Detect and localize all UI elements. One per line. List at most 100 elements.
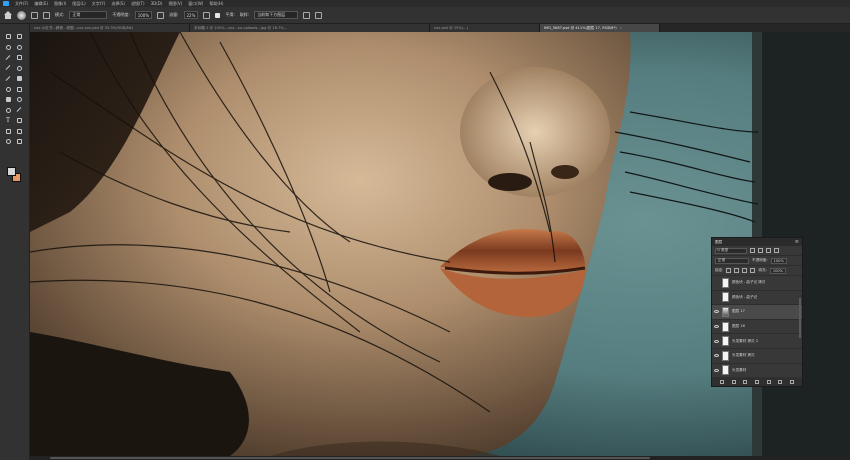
photoshop-logo-icon (3, 1, 9, 6)
layer-style-icon[interactable] (731, 379, 736, 384)
visibility-eye-icon[interactable] (714, 281, 719, 284)
layer-row[interactable]: 图层 16 (712, 320, 802, 335)
sample-select[interactable]: 当前和下方图层 (254, 11, 299, 19)
pressure-opacity-icon[interactable] (157, 11, 165, 19)
menu-layer[interactable]: 图层(L) (72, 1, 85, 7)
eyedropper-tool-icon[interactable] (4, 65, 12, 72)
layer-name: 颜色块 - 曲子记 (732, 294, 758, 299)
tab-close-icon[interactable]: × (620, 26, 623, 30)
text-tool-icon[interactable]: T (4, 117, 12, 124)
filter-adjustment-icon[interactable] (758, 248, 763, 253)
path-select-tool-icon[interactable] (15, 117, 23, 124)
layer-name: 头发素材 拷贝 2 (732, 338, 759, 343)
layer-filter-select[interactable]: Q 类型 (715, 247, 747, 254)
layer-name: 图层 17 (732, 309, 745, 314)
tab-document-3[interactable]: xxx.psd @ 25%(...) (430, 24, 540, 32)
menu-type[interactable]: 文字(Y) (92, 1, 106, 7)
dodge-tool-icon[interactable] (4, 107, 12, 114)
layer-opacity-field[interactable]: 100% (770, 257, 787, 264)
menu-window[interactable]: 窗口(W) (188, 1, 203, 7)
tab-document-active[interactable]: IMG_5687.psd @ 411%(图层 17, RGB/8*) × (540, 24, 660, 32)
horizontal-scrollbar[interactable] (30, 456, 850, 460)
menu-select[interactable]: 选择(S) (111, 1, 125, 7)
filter-pixel-icon[interactable] (750, 248, 755, 253)
layer-name: 头发素材 拷贝 (732, 353, 755, 358)
layer-row[interactable]: 头发素材 拷贝 (712, 349, 802, 364)
layer-row[interactable]: 头发素材 拷贝 2 (712, 334, 802, 349)
adjustment-layer-icon[interactable] (754, 379, 759, 384)
lock-row: 锁定: 填充: 100% (712, 266, 802, 276)
history-brush-tool-icon[interactable] (4, 86, 12, 93)
menu-filter[interactable]: 滤镜(T) (131, 1, 145, 7)
visibility-eye-icon[interactable] (714, 325, 719, 329)
zoom-tool-icon[interactable] (4, 138, 12, 145)
blend-mode-select[interactable]: 正常 (715, 257, 749, 264)
mode-select[interactable]: 正常 (69, 11, 108, 19)
menu-file[interactable]: 文件(F) (15, 1, 28, 7)
move-tool-icon[interactable] (4, 33, 12, 40)
more-tool-icon[interactable] (15, 138, 23, 145)
marquee-tool-icon[interactable] (15, 33, 23, 40)
frame-tool-icon[interactable] (15, 54, 23, 61)
layer-name: 颜色块 - 曲子记 拷贝 (732, 280, 766, 285)
flow-field[interactable]: 22% (183, 11, 199, 19)
rectangle-tool-icon[interactable] (4, 128, 12, 135)
layer-row[interactable]: 头发素材 (712, 364, 802, 379)
aligned-checkbox[interactable] (215, 12, 221, 18)
lock-all-icon[interactable] (750, 268, 756, 273)
filter-type-icon[interactable] (766, 248, 771, 253)
menu-view[interactable]: 视图(V) (168, 1, 182, 7)
visibility-eye-icon[interactable] (714, 296, 719, 299)
gradient-tool-icon[interactable] (4, 96, 12, 103)
visibility-eye-icon[interactable] (714, 339, 719, 343)
panel-menu-icon[interactable]: ≡ (795, 239, 799, 245)
visibility-eye-icon[interactable] (714, 368, 719, 372)
scrollbar-thumb[interactable] (50, 457, 650, 459)
hand-tool-icon[interactable] (15, 128, 23, 135)
crop-tool-icon[interactable] (4, 54, 12, 61)
menu-3d[interactable]: 3D(D) (151, 1, 163, 6)
lasso-tool-icon[interactable] (4, 44, 12, 51)
brush-panel-icon[interactable] (43, 11, 50, 19)
menu-help[interactable]: 帮助(H) (209, 1, 223, 7)
layer-row[interactable]: 颜色块 - 曲子记 (712, 291, 802, 306)
home-icon[interactable] (4, 11, 12, 19)
eraser-tool-icon[interactable] (15, 86, 23, 93)
layers-panel-title[interactable]: 图层 (715, 240, 722, 245)
filter-shape-icon[interactable] (774, 248, 779, 253)
lock-position-icon[interactable] (742, 268, 748, 273)
tab-document-2[interactable]: 未标题-1 @ 100%...xxx...xx-uploads...jpg @ … (190, 24, 430, 32)
ignore-adjustment-icon[interactable] (303, 11, 311, 19)
link-layers-icon[interactable] (719, 379, 724, 384)
visibility-eye-icon[interactable] (714, 354, 719, 358)
spot-heal-tool-icon[interactable] (15, 65, 23, 72)
lock-pixels-icon[interactable] (734, 268, 740, 273)
clone-stamp-tool-icon[interactable] (15, 75, 23, 82)
options-bar: 模式: 正常 不透明度: 100% 流量: 22% 平滑: 取样: 当前和下方图… (0, 7, 850, 24)
blur-tool-icon[interactable] (15, 96, 23, 103)
layers-scrollbar[interactable] (799, 298, 801, 338)
lock-transparent-icon[interactable] (726, 268, 732, 273)
delete-layer-icon[interactable] (790, 379, 795, 384)
new-group-icon[interactable] (766, 379, 771, 384)
brush-settings-icon[interactable] (31, 11, 38, 19)
new-layer-icon[interactable] (778, 379, 783, 384)
airbrush-icon[interactable] (203, 11, 211, 19)
layer-row[interactable]: 图层 17 (712, 305, 802, 320)
opacity-field[interactable]: 100% (134, 11, 153, 19)
fill-field[interactable]: 100% (769, 267, 787, 274)
mode-label: 模式: (55, 12, 65, 17)
pen-tool-icon[interactable] (15, 107, 23, 114)
menu-image[interactable]: 图像(I) (54, 1, 66, 7)
foreground-color-swatch[interactable] (7, 167, 16, 176)
add-mask-icon[interactable] (743, 379, 748, 384)
tab-document-1[interactable]: xxx-小红书...精修...修图...xxx-xxx.psd @ 33.3%(… (30, 24, 190, 32)
pressure-size-icon[interactable] (315, 11, 323, 19)
brush-tool-icon[interactable] (4, 75, 12, 82)
brush-preset-icon[interactable] (17, 10, 26, 20)
menu-edit[interactable]: 编辑(E) (34, 1, 48, 7)
visibility-eye-icon[interactable] (714, 310, 719, 314)
layer-row[interactable]: 颜色块 - 曲子记 拷贝 (712, 276, 802, 291)
quick-select-tool-icon[interactable] (15, 44, 23, 51)
layer-list: 颜色块 - 曲子记 拷贝 颜色块 - 曲子记 图层 17 图层 16 头发素材 拷贝 2… (712, 276, 802, 379)
